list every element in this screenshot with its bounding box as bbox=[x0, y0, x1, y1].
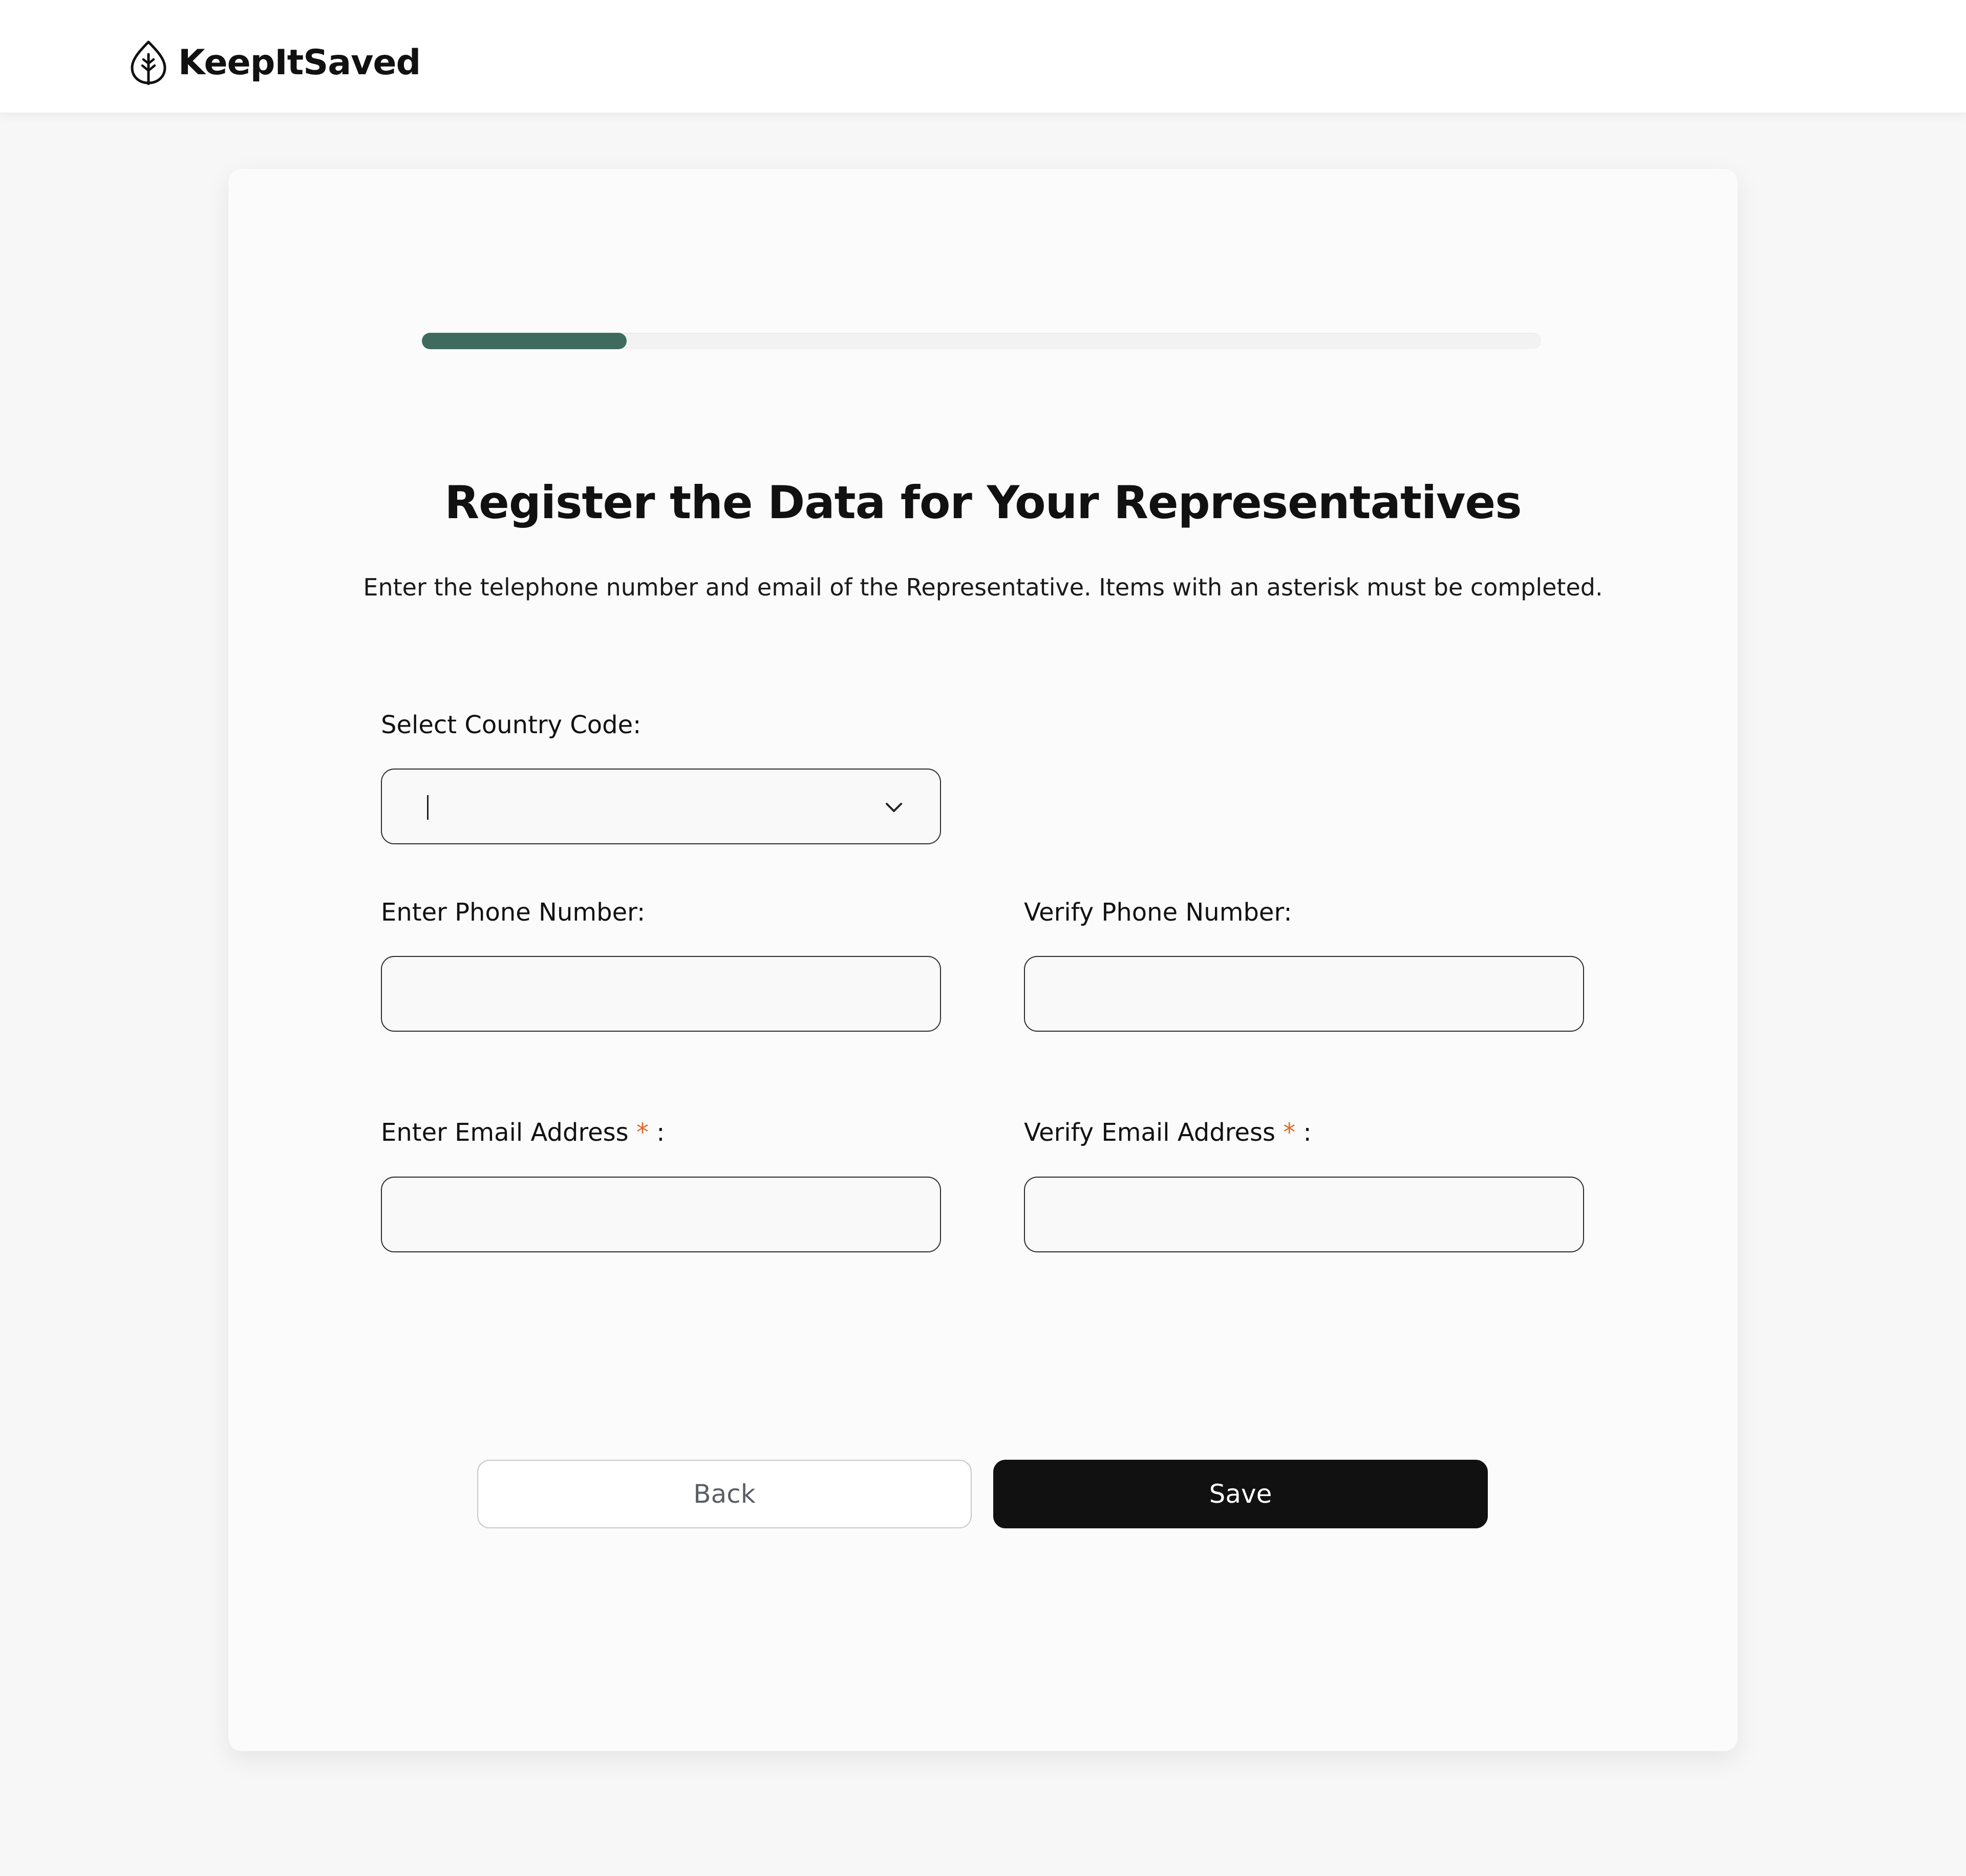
verify-phone-label: Verify Phone Number: bbox=[1024, 898, 1292, 927]
text-cursor bbox=[427, 795, 429, 820]
phone-number-input[interactable] bbox=[381, 956, 941, 1032]
progress-bar bbox=[422, 333, 1541, 349]
email-input[interactable] bbox=[381, 1177, 941, 1252]
page-title: Register the Data for Your Representativ… bbox=[444, 476, 1522, 529]
country-code-select[interactable] bbox=[381, 769, 941, 844]
back-button[interactable]: Back bbox=[477, 1460, 972, 1528]
verify-email-label: Verify Email Address * : bbox=[1024, 1118, 1312, 1147]
email-label-text: Enter Email Address bbox=[381, 1118, 629, 1147]
verify-phone-input[interactable] bbox=[1024, 956, 1584, 1032]
brand-logo[interactable]: KeepItSaved bbox=[129, 37, 421, 88]
brand-name: KeepItSaved bbox=[178, 42, 421, 83]
required-asterisk: * bbox=[1283, 1118, 1296, 1147]
page-subtitle: Enter the telephone number and email of … bbox=[363, 573, 1603, 601]
phone-number-label: Enter Phone Number: bbox=[381, 898, 646, 927]
verify-email-input[interactable] bbox=[1024, 1177, 1584, 1252]
leaf-icon bbox=[129, 40, 168, 86]
email-label: Enter Email Address * : bbox=[381, 1118, 665, 1147]
chevron-down-icon[interactable] bbox=[883, 796, 905, 819]
verify-email-label-text: Verify Email Address bbox=[1024, 1118, 1276, 1147]
progress-bar-fill bbox=[422, 333, 627, 349]
top-header: KeepItSaved bbox=[0, 0, 1966, 113]
country-code-label: Select Country Code: bbox=[381, 711, 642, 739]
save-button[interactable]: Save bbox=[993, 1460, 1488, 1528]
verify-email-label-suffix: : bbox=[1303, 1118, 1312, 1147]
email-label-suffix: : bbox=[656, 1118, 665, 1147]
required-asterisk: * bbox=[636, 1118, 649, 1147]
